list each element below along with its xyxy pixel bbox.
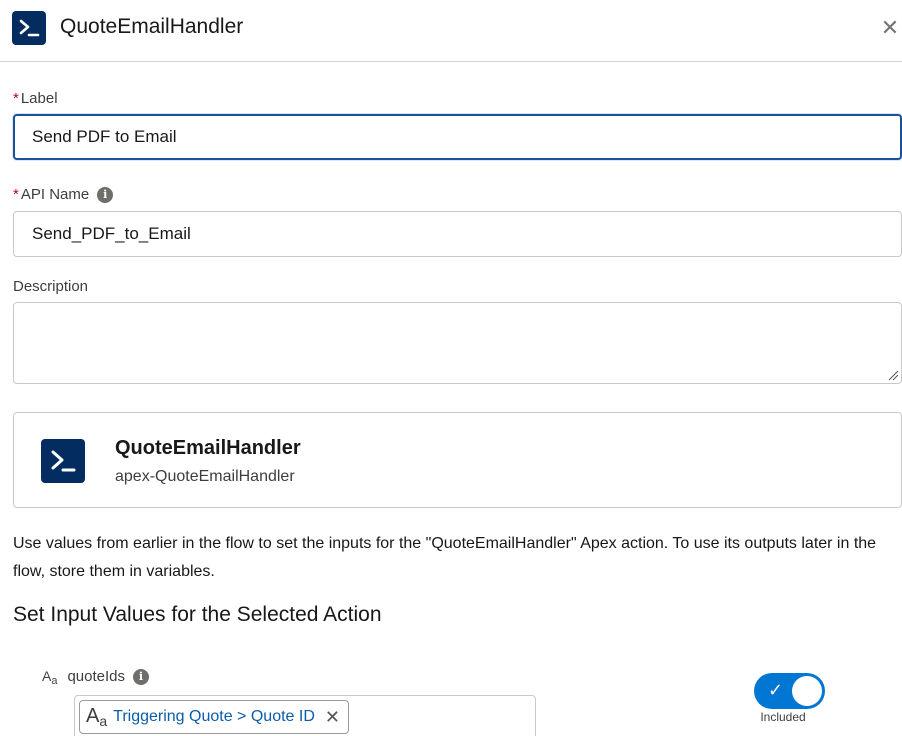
info-icon[interactable]: i <box>97 187 114 204</box>
pill-label: Triggering Quote > Quote ID <box>113 708 315 725</box>
label-field-label: * Label <box>13 90 58 107</box>
api-name-input[interactable] <box>13 211 902 257</box>
apex-action-icon <box>12 11 46 45</box>
section-title: Set Input Values for the Selected Action <box>13 603 382 626</box>
toggle-knob <box>792 676 822 706</box>
text-type-icon: Aa <box>86 705 108 729</box>
label-field-text: Label <box>20 90 58 107</box>
help-text: Use values from earlier in the flow to s… <box>13 535 877 580</box>
required-marker: * <box>13 186 19 203</box>
close-icon[interactable]: ✕ <box>878 16 902 40</box>
param-value-input[interactable]: Aa Triggering Quote > Quote ID ✕ <box>74 695 536 736</box>
info-icon[interactable]: i <box>133 669 150 686</box>
included-label: Included <box>760 710 806 724</box>
included-toggle[interactable]: ✓ <box>754 673 825 709</box>
resize-handle-icon[interactable] <box>887 369 899 381</box>
remove-pill-icon[interactable]: ✕ <box>325 707 340 728</box>
param-label: Aa quoteIds i <box>42 668 150 687</box>
checkmark-icon: ✓ <box>768 680 784 700</box>
text-type-icon: Aa <box>42 668 58 687</box>
required-marker: * <box>13 90 19 107</box>
resource-pill[interactable]: Aa Triggering Quote > Quote ID ✕ <box>79 700 349 734</box>
api-name-field-text: API Name <box>20 186 90 203</box>
action-card-subtitle: apex-QuoteEmailHandler <box>115 468 295 485</box>
action-card-title: QuoteEmailHandler <box>115 437 301 459</box>
param-name: quoteIds <box>67 668 126 685</box>
action-card: QuoteEmailHandler apex-QuoteEmailHandler <box>13 412 902 508</box>
api-name-field-label: * API Name i <box>13 186 114 204</box>
modal-title: QuoteEmailHandler <box>60 15 244 38</box>
modal-header: QuoteEmailHandler ✕ <box>0 0 902 62</box>
label-input[interactable] <box>13 114 902 160</box>
description-textarea[interactable] <box>13 302 902 384</box>
apex-action-icon <box>41 439 85 483</box>
description-field-label: Description <box>13 278 89 295</box>
